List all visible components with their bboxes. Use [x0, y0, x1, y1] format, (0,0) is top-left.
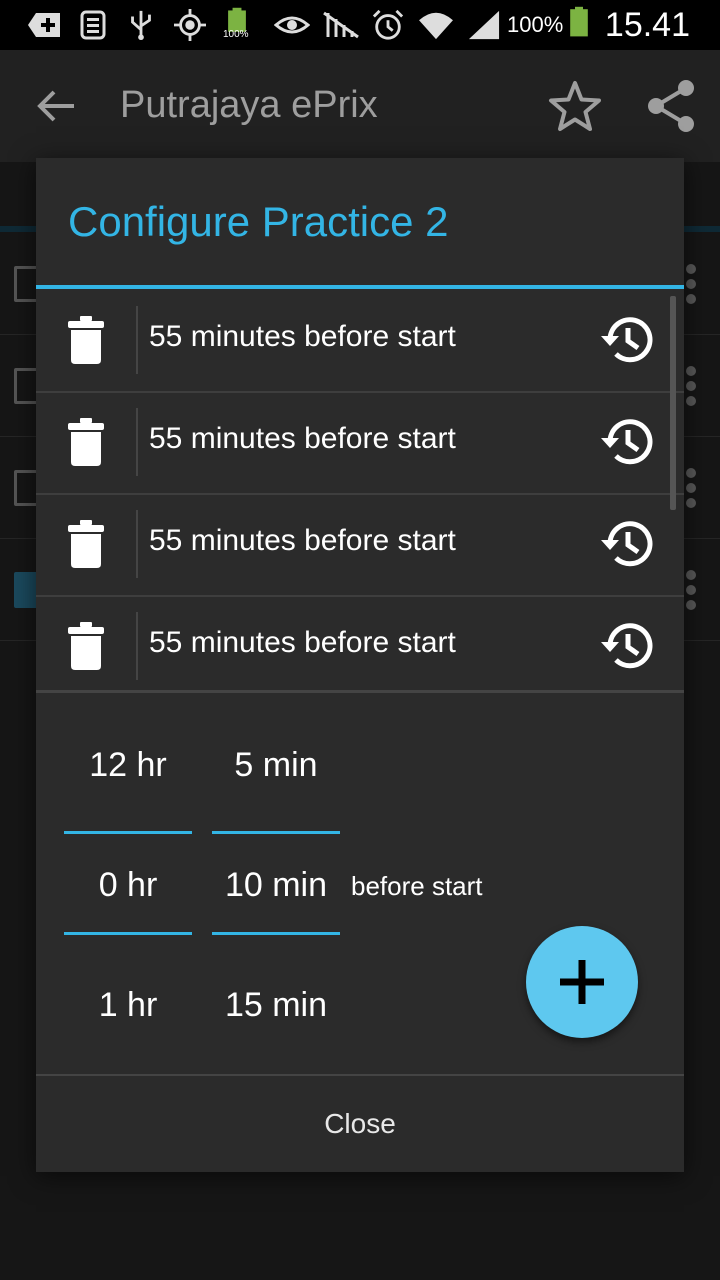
plus-icon	[560, 960, 604, 1004]
hour-picker-above[interactable]: 12 hr	[64, 746, 192, 785]
alarm-icon	[372, 9, 404, 40]
cell-signal-icon	[468, 10, 500, 40]
reminder-row: 55 minutes before start	[36, 290, 684, 393]
configure-dialog: Configure Practice 2 55 minutes before s…	[36, 158, 684, 1172]
no-signal-icon	[323, 11, 359, 39]
minute-picker-divider-top	[212, 831, 340, 834]
sim-card-icon	[80, 10, 106, 40]
minute-picker-divider-bottom	[212, 932, 340, 935]
hour-picker-below[interactable]: 1 hr	[64, 986, 192, 1025]
reminder-label[interactable]: 55 minutes before start	[149, 320, 456, 354]
small-battery-label: 100%	[223, 29, 249, 40]
hour-picker-divider-top	[64, 831, 192, 834]
overflow-menu-icon	[686, 468, 696, 513]
hour-picker-divider-bottom	[64, 932, 192, 935]
app-bar: Putrajaya ePrix	[0, 50, 720, 162]
trash-icon[interactable]	[68, 418, 104, 466]
list-divider	[36, 690, 684, 693]
gps-icon	[174, 9, 206, 41]
minute-picker-selected[interactable]: 10 min	[212, 866, 340, 905]
trash-icon[interactable]	[68, 520, 104, 568]
hour-picker-selected[interactable]: 0 hr	[64, 866, 192, 905]
battery-icon	[570, 6, 588, 37]
row-separator	[136, 306, 138, 374]
restore-history-icon[interactable]	[598, 310, 658, 370]
battery-percent: 100%	[507, 12, 564, 37]
reminder-row: 55 minutes before start	[36, 596, 684, 697]
page-title: Putrajaya ePrix	[120, 84, 378, 126]
dialog-title: Configure Practice 2	[68, 198, 449, 245]
reminder-row: 55 minutes before start	[36, 392, 684, 495]
close-button[interactable]: Close	[36, 1076, 684, 1172]
back-arrow-icon[interactable]	[36, 88, 76, 124]
clock: 15.41	[604, 6, 690, 44]
trash-icon[interactable]	[68, 316, 104, 364]
restore-history-icon[interactable]	[598, 412, 658, 472]
reminder-label[interactable]: 55 minutes before start	[149, 422, 456, 456]
overflow-menu-icon	[686, 366, 696, 411]
star-icon[interactable]	[548, 80, 602, 132]
restore-history-icon[interactable]	[598, 514, 658, 574]
row-separator	[136, 612, 138, 680]
reminder-label[interactable]: 55 minutes before start	[149, 626, 456, 660]
overflow-menu-icon	[686, 264, 696, 309]
usb-icon	[131, 10, 151, 41]
reminder-label[interactable]: 55 minutes before start	[149, 524, 456, 558]
minute-picker-below[interactable]: 15 min	[212, 986, 340, 1025]
restore-history-icon[interactable]	[598, 616, 658, 676]
eye-icon	[274, 16, 310, 34]
minute-picker-above[interactable]: 5 min	[212, 746, 340, 785]
list-scrollbar[interactable]	[670, 296, 676, 510]
trash-icon[interactable]	[68, 622, 104, 670]
title-divider	[36, 285, 684, 289]
row-separator	[136, 510, 138, 578]
reminder-row: 55 minutes before start	[36, 494, 684, 597]
share-icon[interactable]	[644, 78, 698, 134]
wifi-icon	[419, 12, 453, 40]
row-separator	[136, 408, 138, 476]
before-start-label: before start	[351, 871, 483, 901]
status-bar: 100% 100% 15.41	[0, 0, 720, 50]
add-reminder-button[interactable]	[526, 926, 638, 1038]
overflow-menu-icon	[686, 570, 696, 615]
add-icon	[28, 13, 60, 37]
reminder-list[interactable]: 55 minutes before start 55 minutes befor…	[36, 290, 684, 692]
